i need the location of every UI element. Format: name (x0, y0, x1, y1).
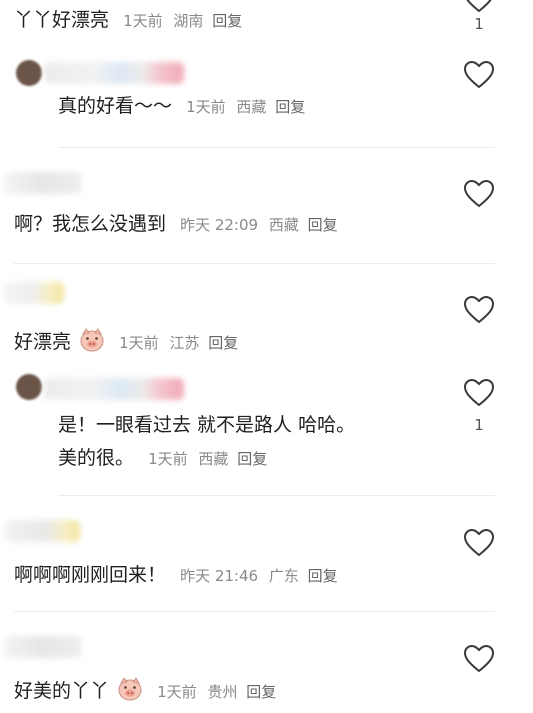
comment-item: 啊啊啊刚刚回来！ 昨天 21:46 广东 回复 (0, 496, 533, 612)
username-redacted[interactable] (4, 636, 82, 658)
comment-list: 丫丫好漂亮 1天前 湖南 回复 1 真的好看～～ 1天前 西藏 回复 啊？我怎么… (0, 0, 533, 713)
comment-location: 湖南 (173, 12, 204, 30)
comment-text: 丫丫好漂亮 (14, 9, 110, 31)
username-redacted[interactable] (4, 282, 64, 304)
heart-outline-icon[interactable] (463, 179, 495, 209)
heart-outline-icon[interactable] (463, 60, 495, 90)
username-redacted[interactable] (4, 172, 82, 194)
comment-location: 西藏 (198, 450, 229, 468)
heart-outline-icon[interactable] (463, 378, 495, 408)
comment-text: 美的很。 (58, 447, 135, 469)
reply-button[interactable]: 回复 (308, 567, 338, 585)
comment-text: 是！一眼看过去 就不是路人 哈哈。 (58, 414, 356, 436)
comment-location: 贵州 (207, 683, 238, 701)
pig-sticker-icon (80, 328, 104, 352)
comment-time: 昨天 22:09 (180, 216, 259, 234)
username-redacted[interactable] (4, 520, 80, 542)
comment-text: 好漂亮 (14, 331, 72, 353)
heart-outline-icon[interactable] (463, 0, 495, 14)
heart-outline-icon[interactable] (463, 295, 495, 325)
comment-time: 1天前 (157, 683, 197, 701)
heart-outline-icon[interactable] (463, 644, 495, 674)
comment-text: 真的好看～～ (58, 95, 173, 117)
comment-meta: 1天前 西藏 回复 (148, 450, 267, 468)
like-count: 1 (474, 416, 484, 434)
like-count: 1 (474, 15, 484, 33)
username-redacted[interactable] (44, 378, 184, 400)
reply-button[interactable]: 回复 (212, 12, 242, 30)
avatar[interactable] (16, 374, 42, 400)
comment-body: 丫丫好漂亮 1天前 湖南 回复 (14, 7, 242, 34)
reply-button[interactable]: 回复 (237, 450, 267, 468)
comment-body-line-2: 美的很。 1天前 西藏 回复 (58, 445, 267, 472)
comment-time: 1天前 (186, 98, 226, 116)
comment-item: 好漂亮 1天前 江苏 回复 (0, 264, 533, 370)
comment-body: 好美的丫丫 1天前 贵州 回复 (14, 676, 276, 705)
comment-text: 好美的丫丫 (14, 680, 110, 702)
comment-meta: 昨天 22:09 西藏 回复 (180, 216, 338, 234)
comment-location: 西藏 (236, 98, 267, 116)
pig-sticker-icon (118, 677, 142, 701)
comment-meta: 1天前 江苏 回复 (119, 334, 238, 352)
comment-time: 昨天 21:46 (180, 567, 259, 585)
comment-time: 1天前 (148, 450, 188, 468)
reply-button[interactable]: 回复 (246, 683, 276, 701)
comment-item: 是！一眼看过去 就不是路人 哈哈。 美的很。 1天前 西藏 回复 1 (0, 370, 533, 496)
comment-body: 真的好看～～ 1天前 西藏 回复 (58, 93, 305, 120)
comment-item: 丫丫好漂亮 1天前 湖南 回复 1 (0, 0, 533, 40)
comment-location: 江苏 (169, 334, 200, 352)
comment-location: 广东 (268, 567, 299, 585)
reply-button[interactable]: 回复 (308, 216, 338, 234)
username-redacted[interactable] (44, 62, 184, 84)
comment-text: 啊啊啊刚刚回来！ (14, 564, 167, 586)
comment-time: 1天前 (119, 334, 159, 352)
comment-meta: 1天前 西藏 回复 (186, 98, 305, 116)
comment-meta: 1天前 贵州 回复 (157, 683, 276, 701)
heart-outline-icon[interactable] (463, 528, 495, 558)
comment-item: 真的好看～～ 1天前 西藏 回复 (0, 44, 533, 148)
reply-button[interactable]: 回复 (208, 334, 238, 352)
comment-meta: 昨天 21:46 广东 回复 (180, 567, 338, 585)
comment-item: 好美的丫丫 1天前 贵州 回复 (0, 612, 533, 713)
comment-location: 西藏 (268, 216, 299, 234)
comment-body: 好漂亮 1天前 江苏 回复 (14, 327, 238, 356)
comment-meta: 1天前 湖南 回复 (123, 12, 242, 30)
avatar[interactable] (16, 60, 42, 86)
comment-body: 啊？我怎么没遇到 昨天 22:09 西藏 回复 (14, 211, 338, 238)
comment-body-line-1: 是！一眼看过去 就不是路人 哈哈。 (58, 412, 355, 438)
reply-button[interactable]: 回复 (275, 98, 305, 116)
comment-item: 啊？我怎么没遇到 昨天 22:09 西藏 回复 (0, 148, 533, 264)
comment-text: 啊？我怎么没遇到 (14, 213, 167, 235)
comment-time: 1天前 (123, 12, 163, 30)
comment-body: 啊啊啊刚刚回来！ 昨天 21:46 广东 回复 (14, 562, 338, 589)
